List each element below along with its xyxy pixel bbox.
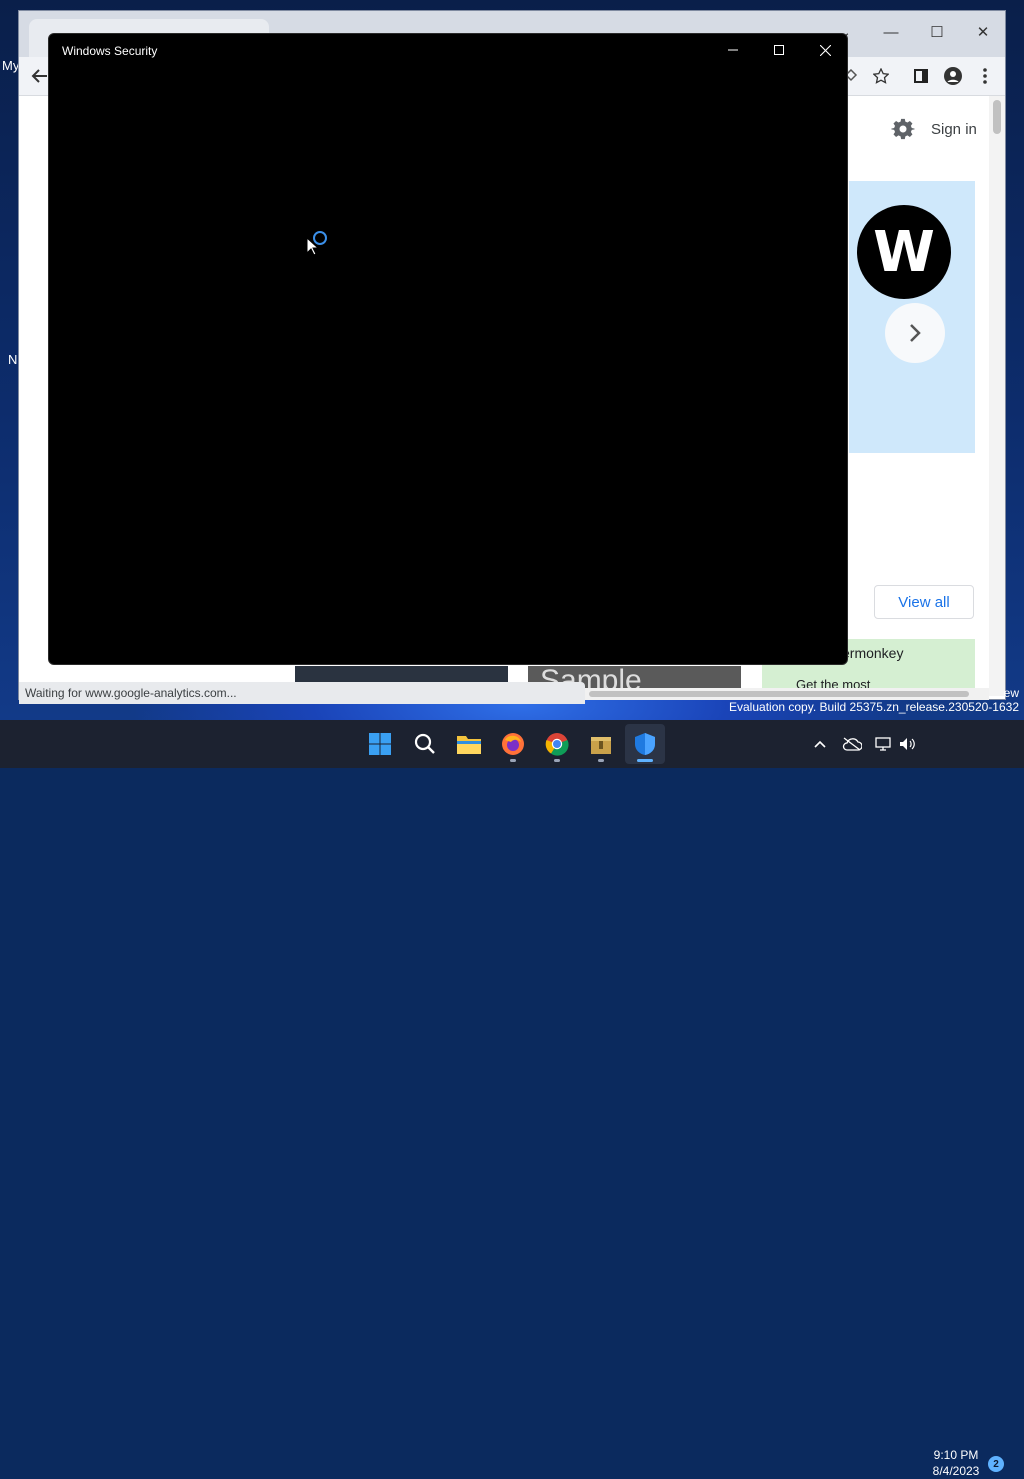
close-icon (819, 44, 831, 56)
volume-icon[interactable] (895, 732, 919, 756)
clock-time: 9:10 PM (933, 1448, 979, 1462)
minimize-button[interactable] (710, 34, 756, 66)
vertical-scrollbar[interactable] (989, 96, 1005, 696)
firefox-icon (502, 733, 524, 755)
maximize-icon (774, 45, 784, 55)
file-explorer-button[interactable] (449, 724, 489, 764)
close-icon[interactable]: ✕ (963, 17, 1003, 47)
chrome-icon (545, 733, 569, 756)
w-logo: W (857, 205, 951, 299)
start-button[interactable] (360, 724, 400, 764)
settings-gear-icon[interactable] (891, 117, 915, 141)
running-indicator (554, 759, 560, 762)
evaluation-watermark: Evaluation copy. Build 25375.zn_release.… (729, 700, 1019, 714)
maximize-icon[interactable]: ☐ (917, 17, 957, 47)
cloud-offline-icon[interactable] (840, 732, 864, 756)
maximize-button[interactable] (756, 34, 802, 66)
watermark-fragment: ew (1003, 686, 1019, 700)
side-panel-icon[interactable] (909, 57, 933, 95)
scroll-thumb[interactable] (589, 691, 969, 697)
active-indicator (637, 759, 653, 762)
desktop-icon-label[interactable]: My (2, 58, 19, 73)
chrome-button[interactable] (537, 724, 577, 764)
menu-dots-icon[interactable] (975, 57, 995, 95)
system-clock[interactable]: 9:10 PM 8/4/2023 (918, 1447, 994, 1479)
network-icon[interactable] (872, 732, 896, 756)
horizontal-scrollbar[interactable] (585, 688, 989, 700)
window-title: Windows Security (62, 44, 158, 58)
profile-icon[interactable] (941, 57, 965, 95)
scroll-thumb[interactable] (993, 100, 1001, 134)
search-icon (414, 733, 435, 754)
windows-security-window: Windows Security (48, 33, 848, 665)
running-indicator (598, 759, 604, 762)
bookmark-star-icon[interactable] (869, 57, 893, 95)
notification-badge[interactable]: 2 (988, 1456, 1004, 1472)
carousel-next-button[interactable] (885, 303, 945, 363)
search-button[interactable] (405, 724, 445, 764)
running-indicator (510, 759, 516, 762)
windows-security-button[interactable] (625, 724, 665, 764)
start-icon (369, 733, 391, 755)
archive-button[interactable] (581, 724, 621, 764)
file-explorer-icon (457, 736, 481, 754)
archive-icon (591, 737, 611, 754)
view-all-button[interactable]: View all (874, 585, 974, 619)
taskbar: 9:10 PM 8/4/2023 2 (0, 720, 1024, 1478)
mouse-cursor-icon (306, 237, 320, 256)
sign-in-link[interactable]: Sign in (931, 121, 977, 138)
show-hidden-icons-icon[interactable] (808, 732, 832, 756)
clock-date: 8/4/2023 (932, 1464, 980, 1478)
chevron-right-icon (910, 324, 921, 342)
minimize-icon[interactable]: — (871, 17, 911, 47)
windows-security-icon (635, 733, 655, 755)
status-bar: Waiting for www.google-analytics.com... (19, 682, 585, 704)
close-button[interactable] (802, 34, 848, 66)
firefox-button[interactable] (493, 724, 533, 764)
card-title: ermonkey (842, 645, 904, 661)
desktop-icon-label[interactable]: N (8, 352, 17, 367)
minimize-icon (728, 49, 738, 51)
